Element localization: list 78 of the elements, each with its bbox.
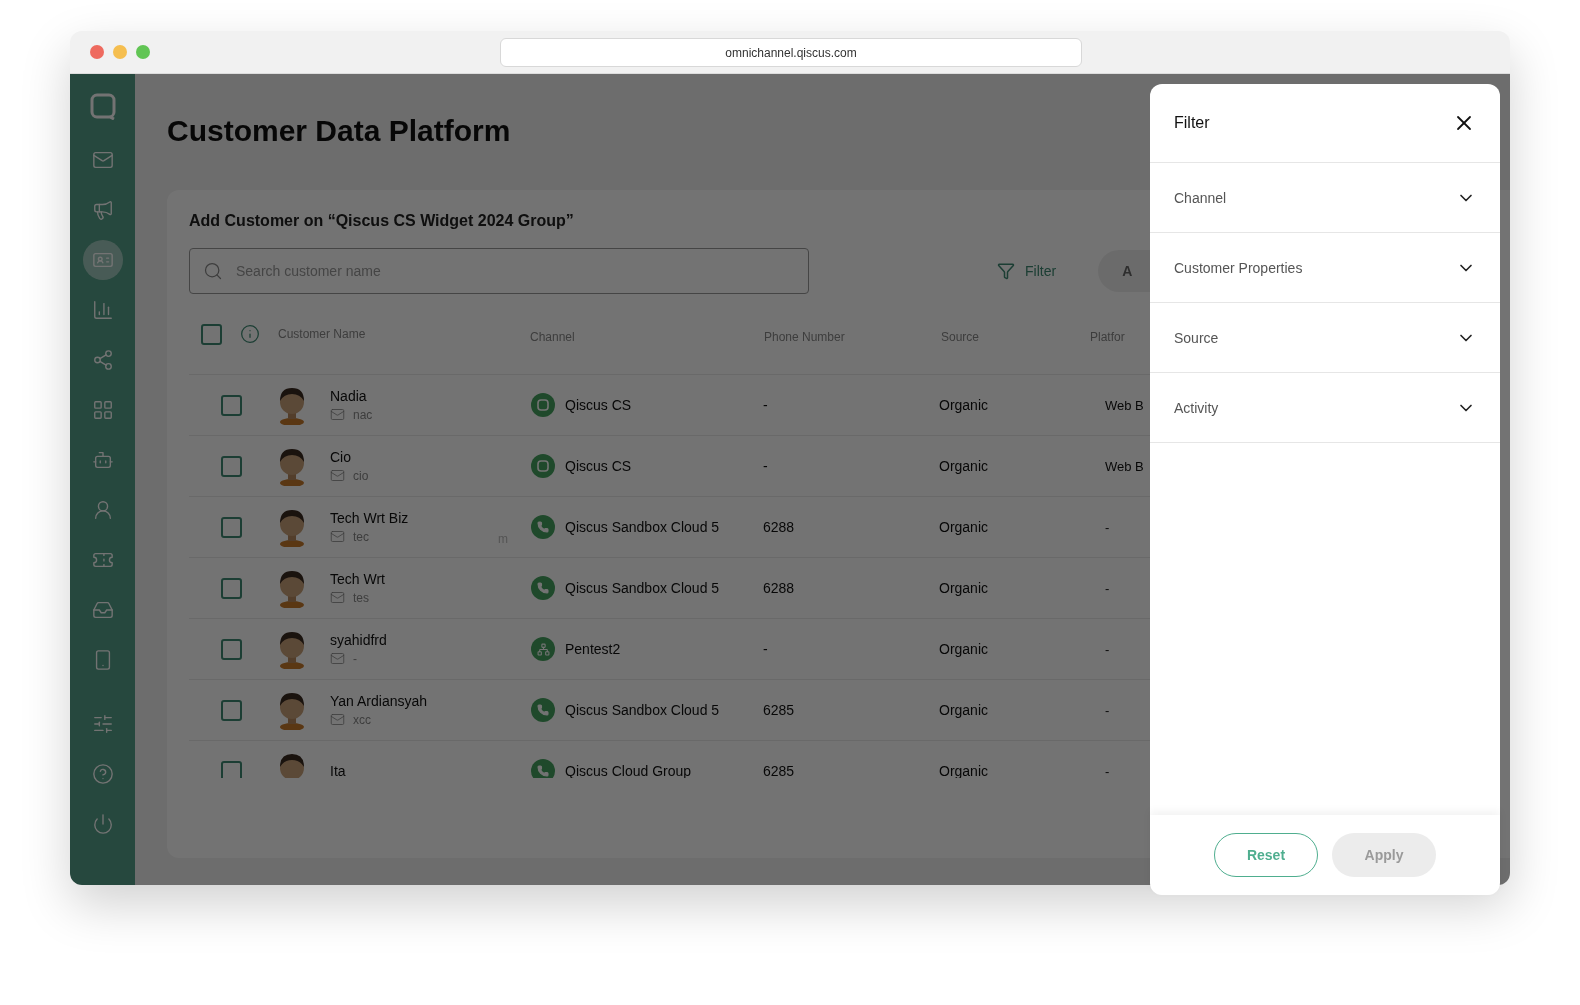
- mail-icon: [91, 149, 114, 171]
- table-cell-text: Web B: [1105, 397, 1145, 413]
- customer-name: Ita: [330, 763, 347, 778]
- phone-icon: [531, 698, 555, 722]
- minimize-dot[interactable]: [113, 45, 127, 59]
- phone-icon: [531, 515, 555, 539]
- logo-icon: [88, 92, 117, 120]
- customer-name: Tech Wrt Biz: [330, 510, 410, 526]
- mail-icon: [330, 590, 345, 605]
- table-cell-text: -: [1105, 580, 1111, 596]
- checkbox[interactable]: [221, 577, 242, 599]
- table-cell-text: 6288: [763, 519, 796, 535]
- customer-name: Cio: [330, 449, 352, 465]
- chat-icon: [531, 454, 555, 478]
- table-cell-text: -: [763, 458, 769, 474]
- customer-name: Nadia: [330, 388, 368, 404]
- mail-icon: [330, 651, 345, 666]
- checkbox[interactable]: [221, 455, 242, 477]
- table-cell-text: -: [1105, 519, 1111, 535]
- table-cell-text: 6285: [763, 702, 796, 718]
- checkbox[interactable]: [201, 323, 222, 345]
- close-dot[interactable]: [90, 45, 104, 59]
- channel-name: Qiscus Sandbox Cloud 5: [565, 580, 720, 596]
- channel-name: Qiscus Cloud Group: [565, 763, 692, 778]
- checkbox[interactable]: [221, 699, 242, 721]
- table-cell-text: -: [1105, 702, 1111, 718]
- table-cell-text: Organic: [939, 763, 990, 778]
- checkbox[interactable]: [221, 638, 242, 660]
- mail-icon: [330, 407, 345, 422]
- panel-title: Filter: [1174, 114, 1210, 132]
- customer-name: Yan Ardiansyah: [330, 693, 429, 709]
- customer-name: syahidfrd: [330, 632, 388, 648]
- mail-icon: [330, 529, 345, 544]
- table-cell-text: -: [1105, 763, 1111, 778]
- table-cell-text: -: [1105, 641, 1111, 657]
- channel-name: Qiscus CS: [565, 458, 632, 474]
- channel-name: Qiscus Sandbox Cloud 5: [565, 519, 720, 535]
- channel-name: Qiscus CS: [565, 397, 632, 413]
- table-cell-text: Organic: [939, 702, 990, 718]
- table-cell-text: Organic: [939, 458, 990, 474]
- customer-name: Tech Wrt: [330, 571, 386, 587]
- help-icon: [91, 763, 114, 785]
- table-cell-text: -: [763, 397, 769, 413]
- search-icon: [203, 261, 223, 281]
- mail-icon: [330, 468, 345, 483]
- checkbox[interactable]: [221, 760, 242, 778]
- maximize-dot[interactable]: [136, 45, 150, 59]
- table-cell-text: Web B: [1105, 458, 1145, 474]
- info-icon[interactable]: [240, 324, 260, 344]
- table-cell-text: 6288: [763, 580, 796, 596]
- phone-icon: [531, 576, 555, 600]
- card-title: Add Customer on “Qiscus CS Widget 2024 Group”: [189, 212, 575, 230]
- channel-name: Qiscus Sandbox Cloud 5: [565, 702, 720, 718]
- customer-email: -: [353, 651, 357, 666]
- checkbox[interactable]: [221, 394, 242, 416]
- robot-icon: [91, 449, 114, 471]
- grid-icon: [91, 399, 114, 421]
- table-cell-text: 6285: [763, 763, 796, 778]
- megaphone-icon: [91, 199, 114, 221]
- checkbox[interactable]: [221, 516, 242, 538]
- share-icon: [91, 349, 114, 371]
- address-bar[interactable]: omnichannel.qiscus.com: [500, 38, 1082, 67]
- nodes-icon: [531, 637, 555, 661]
- filter-icon: [997, 262, 1015, 280]
- chart-icon: [91, 299, 114, 321]
- inbox-icon: [91, 599, 114, 621]
- mail-icon: [330, 712, 345, 727]
- page-title: Customer Data Platform: [167, 114, 511, 148]
- sliders-icon: [91, 713, 114, 735]
- table-cell-text: Organic: [939, 519, 990, 535]
- table-cell-text: Organic: [939, 397, 990, 413]
- table-cell-text: Organic: [939, 641, 990, 657]
- table-cell-text: -: [763, 641, 769, 657]
- table-cell-text: Organic: [939, 580, 990, 596]
- chat-icon: [531, 393, 555, 417]
- channel-name: Pentest2: [565, 641, 621, 657]
- power-icon: [91, 813, 114, 835]
- phone-icon: [531, 759, 555, 778]
